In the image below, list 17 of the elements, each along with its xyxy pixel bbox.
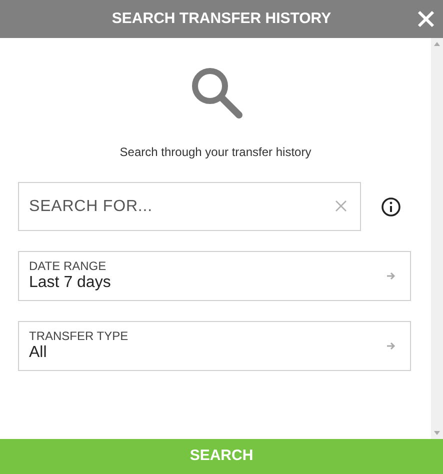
selector-field[interactable]: TRANSFER TYPE All xyxy=(18,321,411,371)
arrow-icon xyxy=(386,341,396,351)
field-value: All xyxy=(29,343,48,363)
intro-text: Search through your transfer history xyxy=(118,144,312,161)
field-value: Last 7 days xyxy=(29,273,112,293)
search-field[interactable]: SEARCH FOR... xyxy=(18,182,361,231)
arrow-icon xyxy=(386,271,396,281)
scrollbar[interactable] xyxy=(431,38,443,439)
close-button[interactable] xyxy=(415,8,437,30)
scroll-up-icon[interactable] xyxy=(434,42,440,46)
field-label: DATE RANGE xyxy=(29,259,108,273)
window-title: SEARCH TRANSFER HISTORY xyxy=(112,8,332,29)
selector-field[interactable]: DATE RANGE Last 7 days xyxy=(18,251,411,301)
scroll-down-icon[interactable] xyxy=(434,431,440,435)
field-label: TRANSFER TYPE xyxy=(29,329,130,343)
info-icon[interactable] xyxy=(381,196,401,216)
clear-icon[interactable] xyxy=(335,200,347,212)
